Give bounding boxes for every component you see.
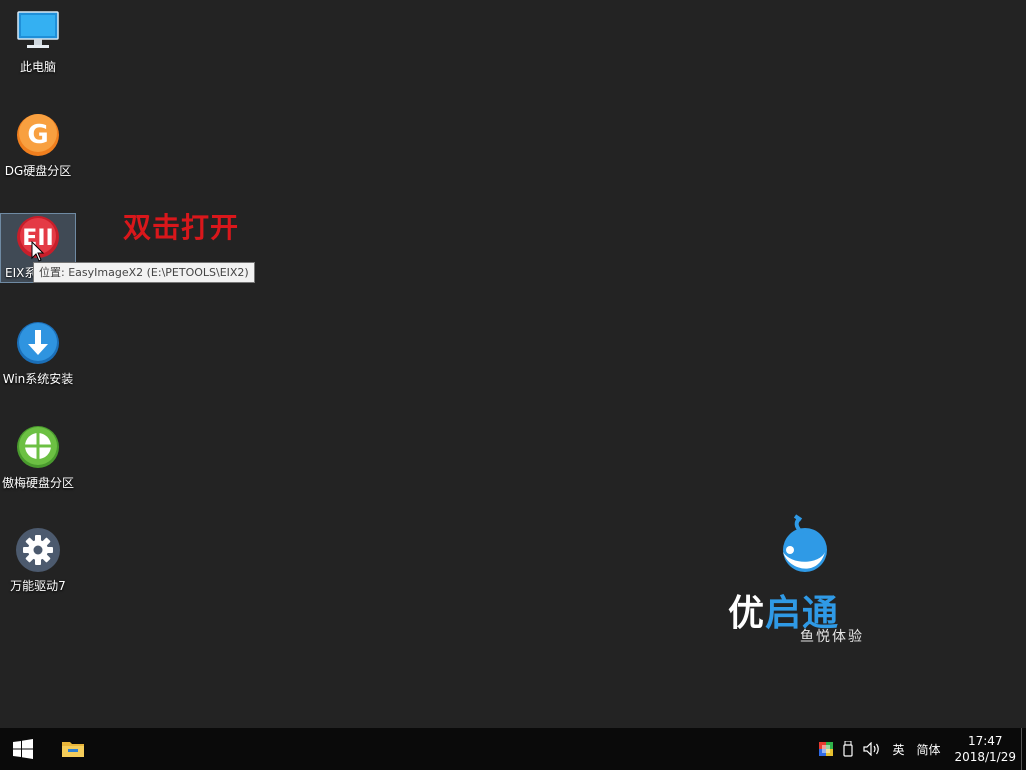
desktop-icon-this-pc[interactable]: 此电脑 bbox=[0, 8, 76, 78]
usb-drive-tray-icon[interactable] bbox=[843, 741, 854, 757]
icon-label: 万能驱动7 bbox=[10, 579, 66, 593]
clock-date: 2018/1/29 bbox=[954, 750, 1016, 764]
icon-label: DG硬盘分区 bbox=[4, 164, 72, 178]
annotation-text: 双击打开 bbox=[123, 211, 240, 244]
desktop-icon-win-install[interactable]: Win系统安装 bbox=[0, 320, 76, 390]
clock[interactable]: 17:47 2018/1/29 bbox=[954, 733, 1016, 765]
icon-label: EIX系 bbox=[5, 266, 37, 280]
taskbar: 英 简体 17:47 2018/1/29 bbox=[0, 728, 1026, 770]
diskgenius-icon: G bbox=[17, 114, 59, 156]
ime-mode-indicator[interactable]: 简体 bbox=[916, 741, 940, 758]
desktop-icon-aomei-partition[interactable]: 傲梅硬盘分区 bbox=[0, 424, 76, 494]
fish-logo-icon bbox=[783, 514, 827, 572]
download-arrow-icon bbox=[17, 322, 59, 364]
usb-icon bbox=[843, 741, 854, 757]
file-explorer-button[interactable] bbox=[50, 728, 96, 770]
icon-label: Win系统安装 bbox=[2, 372, 74, 386]
brand-subtitle: 鱼悦体验 bbox=[800, 629, 864, 645]
tooltip: 位置: EasyImageX2 (E:\PETOOLS\EIX2) bbox=[33, 262, 255, 283]
color-grid-tray-icon[interactable] bbox=[819, 742, 834, 756]
clock-time: 17:47 bbox=[967, 734, 1003, 748]
show-desktop-button[interactable] bbox=[1021, 728, 1026, 770]
brand-logo: 优启通 鱼悦体验 bbox=[728, 512, 878, 652]
partition-pie-icon bbox=[17, 426, 59, 468]
svg-text:G: G bbox=[27, 120, 48, 150]
gear-icon bbox=[16, 528, 60, 572]
speaker-icon bbox=[863, 742, 880, 756]
icon-label: 傲梅硬盘分区 bbox=[1, 476, 74, 490]
ime-language-indicator[interactable]: 英 bbox=[892, 741, 904, 758]
brand-title-part1: 优 bbox=[728, 593, 766, 634]
desktop-icon-dg-partition[interactable]: G DG硬盘分区 bbox=[0, 112, 76, 182]
start-button[interactable] bbox=[0, 728, 46, 770]
windows-logo-icon bbox=[13, 739, 33, 759]
volume-tray-icon[interactable] bbox=[863, 742, 881, 756]
folder-icon bbox=[62, 742, 84, 757]
color-grid-icon bbox=[819, 742, 834, 756]
desktop: 此电脑 G DG硬盘分区 EII EIX系 Win系统安装 傲梅硬盘分区 万能驱… bbox=[0, 0, 1026, 728]
mouse-cursor-icon bbox=[31, 241, 45, 262]
icon-label: 此电脑 bbox=[19, 60, 56, 74]
system-tray: 英 简体 17:47 2018/1/29 bbox=[814, 728, 1016, 770]
desktop-icon-driver[interactable]: 万能驱动7 bbox=[0, 527, 76, 597]
computer-icon bbox=[17, 11, 59, 48]
